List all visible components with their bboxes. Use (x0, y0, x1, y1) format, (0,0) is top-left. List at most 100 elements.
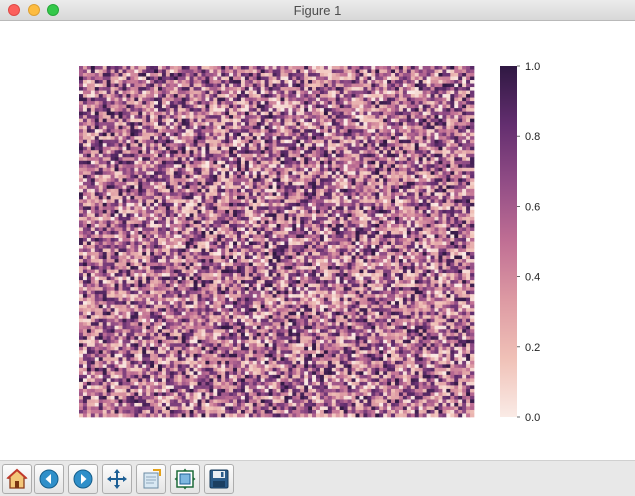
heatmap-cell (418, 139, 423, 144)
heatmap-cell (292, 153, 297, 158)
heatmap-cell (438, 230, 443, 235)
heatmap-cell (308, 181, 313, 186)
heatmap-cell (276, 129, 281, 134)
heatmap-cell (146, 87, 151, 91)
heatmap-cell (438, 164, 443, 169)
heatmap-cell (434, 139, 439, 144)
heatmap-cell (327, 160, 333, 165)
heatmap-cell (272, 223, 277, 228)
heatmap-cell (462, 213, 467, 218)
heatmap-cell (205, 237, 210, 242)
heatmap-cell (339, 125, 344, 130)
heatmap-cell (118, 227, 123, 232)
heatmap-cell (316, 234, 321, 239)
heatmap-cell (292, 139, 297, 144)
heatmap-cell (339, 160, 344, 165)
heatmap-cell (193, 153, 198, 158)
heatmap-cell (193, 139, 198, 144)
heatmap-cell (86, 111, 92, 116)
heatmap-cell (323, 118, 329, 123)
heatmap-cell (300, 97, 305, 102)
heatmap-cell (150, 160, 155, 165)
heatmap-cell (395, 125, 400, 130)
heatmap-cell (296, 129, 301, 134)
heatmap-cell (102, 157, 107, 162)
heatmap-cell (193, 108, 198, 112)
heatmap-cell (398, 192, 404, 197)
heatmap-cell (150, 111, 155, 116)
heatmap-cell (201, 195, 206, 200)
heatmap-cell (312, 174, 317, 179)
heatmap-cell (134, 234, 139, 239)
heatmap-cell (185, 146, 190, 151)
heatmap-cell (304, 108, 309, 112)
heatmap-cell (110, 185, 115, 190)
heatmap-cell (343, 132, 348, 137)
heatmap-cell (343, 129, 348, 134)
heatmap-cell (426, 216, 431, 221)
heatmap-cell (79, 118, 84, 123)
heatmap-cell (106, 136, 111, 141)
heatmap-cell (387, 97, 392, 102)
heatmap-cell (284, 90, 289, 95)
heatmap-cell (363, 143, 368, 148)
heatmap-cell (185, 227, 190, 232)
heatmap-cell (288, 87, 293, 91)
heatmap-cell (383, 80, 388, 84)
heatmap-cell (327, 185, 333, 190)
heatmap-cell (304, 174, 309, 179)
heatmap-cell (422, 122, 427, 127)
heatmap-cell (94, 90, 100, 95)
heatmap-cell (102, 87, 107, 91)
heatmap-cell (280, 188, 285, 193)
heatmap-cell (371, 118, 376, 123)
heatmap-cell (138, 97, 143, 102)
heatmap-cell (280, 181, 285, 186)
heatmap-cell (383, 185, 388, 190)
heatmap-cell (371, 97, 376, 102)
heatmap-cell (252, 223, 258, 228)
heatmap-cell (150, 69, 155, 74)
heatmap-cell (79, 237, 84, 242)
heatmap-cell (260, 223, 265, 228)
heatmap-cell (363, 223, 368, 228)
heatmap-cell (244, 202, 250, 207)
heatmap-cell (304, 136, 309, 141)
heatmap-cell (272, 213, 277, 218)
heatmap-cell (458, 223, 463, 228)
heatmap-cell (134, 209, 139, 214)
heatmap-cell (351, 118, 356, 123)
heatmap-cell (240, 206, 246, 211)
heatmap-cell (173, 111, 179, 116)
heatmap-cell (300, 94, 305, 98)
heatmap-cell (237, 118, 242, 123)
heatmap-cell (102, 136, 107, 141)
heatmap-cell (312, 73, 317, 77)
heatmap-cell (260, 139, 265, 144)
heatmap-cell (319, 223, 325, 228)
heatmap-cell (86, 69, 92, 74)
heatmap-cell (142, 220, 147, 225)
heatmap-cell (367, 90, 372, 95)
heatmap-cell (185, 178, 190, 183)
heatmap-cell (244, 188, 250, 193)
heatmap-cell (454, 115, 459, 119)
heatmap-cell (422, 227, 427, 232)
heatmap-cell (177, 118, 183, 123)
heatmap-cell (339, 129, 344, 134)
heatmap-cell (229, 206, 234, 211)
heatmap-cell (244, 181, 250, 186)
heatmap-cell (229, 115, 234, 119)
heatmap-cell (335, 94, 341, 98)
heatmap-cell (347, 129, 352, 134)
heatmap-cell (323, 90, 329, 95)
heatmap-cell (327, 171, 333, 176)
heatmap-cell (177, 227, 183, 232)
heatmap-cell (165, 104, 171, 109)
heatmap-cell (446, 90, 451, 95)
heatmap-cell (79, 76, 84, 81)
heatmap-cell (410, 90, 416, 95)
heatmap-cell (134, 199, 139, 204)
heatmap-cell (355, 188, 360, 193)
heatmap-cell (79, 216, 84, 221)
